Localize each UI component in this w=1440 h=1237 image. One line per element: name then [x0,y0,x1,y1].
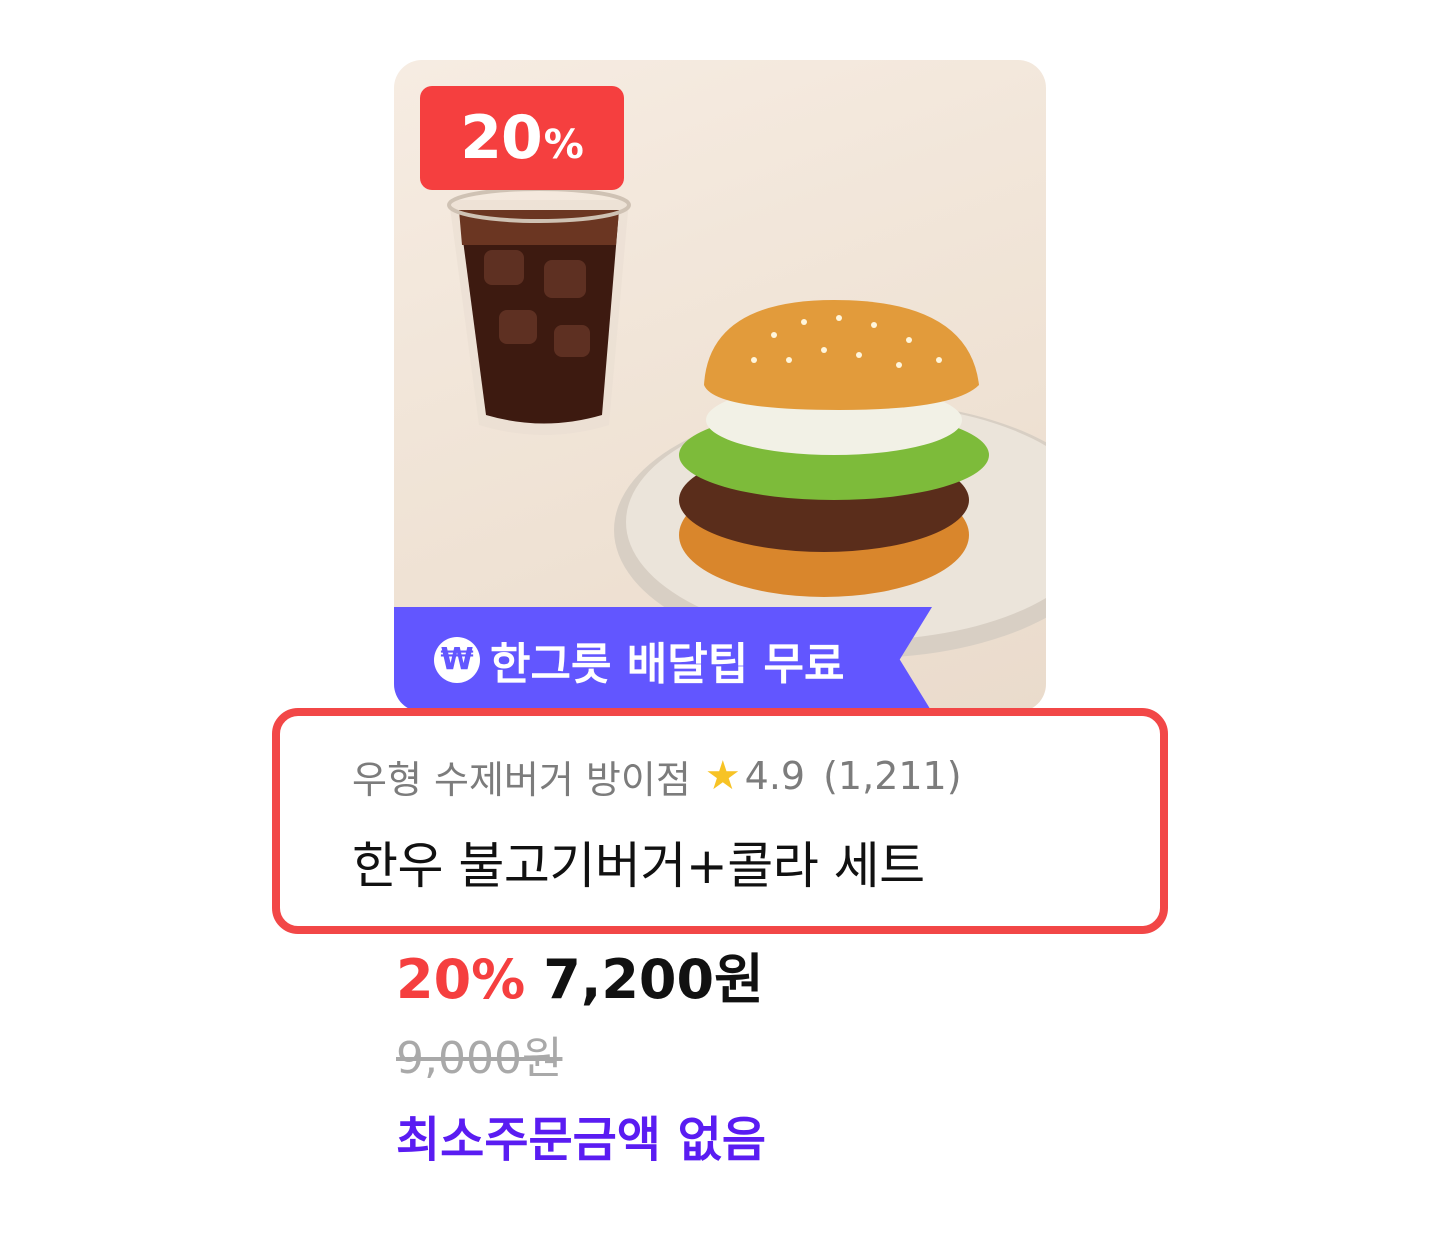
product-image[interactable]: 20 % ₩ 한그릇 배달팁 무료 [394,60,1046,712]
discount-badge-value: 20 [460,103,542,173]
review-count: (1,211) [823,754,962,798]
price-original: 9,000원 [396,1033,563,1084]
store-rating: 4.9 [744,754,806,798]
min-order-notice: 최소주문금액 없음 [396,1112,766,1168]
product-info: 우형 수제버거 방이점 ★ 4.9 (1,211) 한우 불고기버거+콜라 세트 [352,740,962,898]
store-name: 우형 수제버거 방이점 [352,757,691,802]
discount-badge: 20 % [420,86,624,190]
store-line[interactable]: 우형 수제버거 방이점 ★ 4.9 (1,211) [352,740,962,812]
price-discount-pct: 20% [396,948,526,1011]
product-name[interactable]: 한우 불고기버거+콜라 세트 [352,826,962,898]
free-delivery-ribbon: ₩ 한그릇 배달팁 무료 [394,607,932,712]
price-current: 7,200원 [543,948,764,1011]
discount-badge-suffix: % [543,122,584,168]
free-delivery-label: 한그릇 배달팁 무료 [490,638,845,690]
star-icon: ★ [704,753,741,799]
price-line: 20% 7,200원 [396,935,764,1014]
won-coin-icon: ₩ [434,636,480,683]
